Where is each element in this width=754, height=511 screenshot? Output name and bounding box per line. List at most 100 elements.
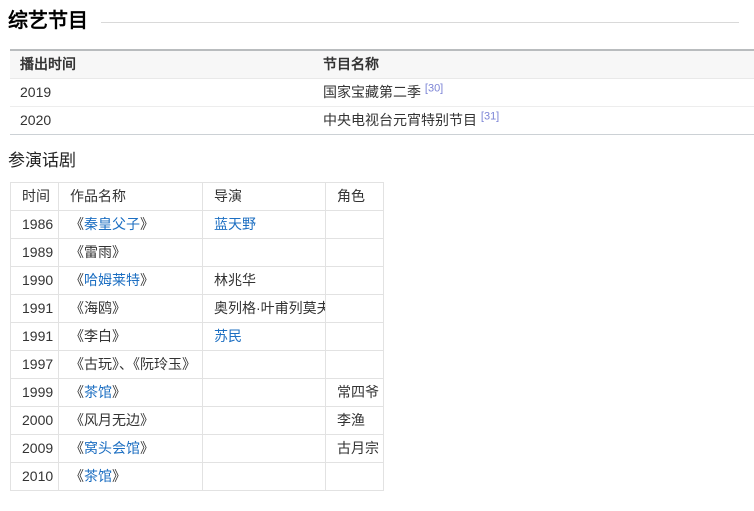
- work-text: 《: [70, 216, 84, 232]
- work-text: 《李白》: [70, 328, 126, 344]
- program-name-text: 中央电视台元宵特别节目: [323, 112, 481, 128]
- director-cell: [203, 463, 326, 491]
- drama-col-time: 时间: [11, 183, 59, 211]
- time-cell: 1991: [11, 295, 59, 323]
- work-text: 《: [70, 384, 84, 400]
- work-name-cell: 《窝头会馆》: [59, 435, 203, 463]
- time-cell: 2000: [11, 407, 59, 435]
- article-body: 综艺节目 播出时间 节目名称 2019国家宝藏第二季 [30]2020中央电视台…: [0, 0, 754, 491]
- drama-table-head: 时间 作品名称 导演 角色: [11, 183, 384, 211]
- role-cell: [326, 211, 384, 239]
- work-text: 》: [140, 216, 154, 232]
- drama-row: 1986《秦皇父子》蓝天野: [11, 211, 384, 239]
- variety-header-row: 播出时间 节目名称: [10, 50, 754, 79]
- work-name-cell: 《风月无边》: [59, 407, 203, 435]
- reference-link[interactable]: [30]: [425, 82, 443, 94]
- work-text: 》: [112, 384, 126, 400]
- drama-row: 2000《风月无边》李渔: [11, 407, 384, 435]
- director-cell: [203, 407, 326, 435]
- director-cell: [203, 435, 326, 463]
- drama-table-body: 1986《秦皇父子》蓝天野1989《雷雨》1990《哈姆莱特》林兆华1991《海…: [11, 211, 384, 491]
- work-text: 》: [140, 272, 154, 288]
- work-text: 》: [112, 468, 126, 484]
- variety-section-title: 综艺节目: [8, 8, 88, 34]
- variety-row: 2020中央电视台元宵特别节目 [31]: [10, 107, 754, 135]
- work-text: 《海鸥》: [70, 300, 126, 316]
- director-text: 林兆华: [214, 272, 256, 288]
- work-name-cell: 《茶馆》: [59, 463, 203, 491]
- drama-row: 1991 《李白》 苏民: [11, 323, 384, 351]
- work-link[interactable]: 窝头会馆: [84, 440, 140, 456]
- work-text: 《: [70, 272, 84, 288]
- work-link[interactable]: 秦皇父子: [84, 216, 140, 232]
- time-cell: 1990: [11, 267, 59, 295]
- variety-col-broadcast-time: 播出时间: [10, 50, 313, 79]
- reference-superscript: [30]: [425, 82, 443, 94]
- work-link[interactable]: 茶馆: [84, 384, 112, 400]
- work-name-cell: 《哈姆莱特》: [59, 267, 203, 295]
- work-text: 《: [70, 468, 84, 484]
- work-name-cell: 《古玩》、《阮玲玉》: [59, 351, 203, 379]
- time-cell: 1989: [11, 239, 59, 267]
- drama-row: 2009《窝头会馆》古月宗: [11, 435, 384, 463]
- drama-col-work: 作品名称: [59, 183, 203, 211]
- time-cell: 1986: [11, 211, 59, 239]
- role-cell: 常四爷: [326, 379, 384, 407]
- work-text: 《雷雨》: [70, 244, 126, 260]
- work-text: 《风月无边》: [70, 412, 154, 428]
- work-text: 《古玩》、《阮玲玉》: [70, 356, 196, 372]
- work-text: 《: [70, 440, 84, 456]
- variety-row: 2019国家宝藏第二季 [30]: [10, 79, 754, 107]
- work-link[interactable]: 哈姆莱特: [84, 272, 140, 288]
- role-cell: [326, 267, 384, 295]
- reference-link[interactable]: [31]: [481, 110, 499, 122]
- work-link[interactable]: 茶馆: [84, 468, 112, 484]
- time-cell: 2010: [11, 463, 59, 491]
- director-text: 奥列格·叶甫列莫夫: [214, 300, 326, 316]
- director-cell: [203, 239, 326, 267]
- work-name-cell: 《茶馆》: [59, 379, 203, 407]
- director-link[interactable]: 苏民: [214, 328, 242, 344]
- work-name-cell: 《秦皇父子》: [59, 211, 203, 239]
- variety-table-body: 2019国家宝藏第二季 [30]2020中央电视台元宵特别节目 [31]: [10, 79, 754, 135]
- variety-section-heading-row: 综艺节目: [8, 8, 754, 34]
- drama-header-row: 时间 作品名称 导演 角色: [11, 183, 384, 211]
- heading-divider-line: [101, 22, 739, 23]
- time-cell: 1991: [11, 323, 59, 351]
- drama-row: 1997《古玩》、《阮玲玉》: [11, 351, 384, 379]
- drama-row: 1990《哈姆莱特》林兆华: [11, 267, 384, 295]
- drama-section-title: 参演话剧: [8, 150, 754, 172]
- drama-row: 1999《茶馆》常四爷: [11, 379, 384, 407]
- time-cell: 1999: [11, 379, 59, 407]
- work-name-cell: 《李白》: [59, 323, 203, 351]
- director-cell: 奥列格·叶甫列莫夫: [203, 295, 326, 323]
- broadcast-time-cell: 2019: [10, 79, 313, 107]
- role-cell: [326, 295, 384, 323]
- broadcast-time-cell: 2020: [10, 107, 313, 135]
- role-cell: [326, 463, 384, 491]
- drama-table: 时间 作品名称 导演 角色 1986《秦皇父子》蓝天野1989《雷雨》1990《…: [10, 182, 384, 491]
- drama-row: 2010《茶馆》: [11, 463, 384, 491]
- work-text: 》: [140, 440, 154, 456]
- program-name-cell: 国家宝藏第二季 [30]: [313, 79, 754, 107]
- director-cell: 蓝天野: [203, 211, 326, 239]
- work-name-cell: 《雷雨》: [59, 239, 203, 267]
- drama-row: 1989 《雷雨》: [11, 239, 384, 267]
- role-cell: 古月宗: [326, 435, 384, 463]
- role-cell: [326, 351, 384, 379]
- drama-col-role: 角色: [326, 183, 384, 211]
- reference-superscript: [31]: [481, 110, 499, 122]
- variety-table-head: 播出时间 节目名称: [10, 50, 754, 79]
- program-name-cell: 中央电视台元宵特别节目 [31]: [313, 107, 754, 135]
- variety-table: 播出时间 节目名称 2019国家宝藏第二季 [30]2020中央电视台元宵特别节…: [10, 49, 754, 135]
- director-cell: [203, 379, 326, 407]
- role-cell: [326, 323, 384, 351]
- director-cell: 苏民: [203, 323, 326, 351]
- program-name-text: 国家宝藏第二季: [323, 84, 425, 100]
- drama-row: 1991 《海鸥》 奥列格·叶甫列莫夫: [11, 295, 384, 323]
- variety-col-program-name: 节目名称: [313, 50, 754, 79]
- drama-col-director: 导演: [203, 183, 326, 211]
- director-link[interactable]: 蓝天野: [214, 216, 256, 232]
- director-cell: [203, 351, 326, 379]
- work-name-cell: 《海鸥》: [59, 295, 203, 323]
